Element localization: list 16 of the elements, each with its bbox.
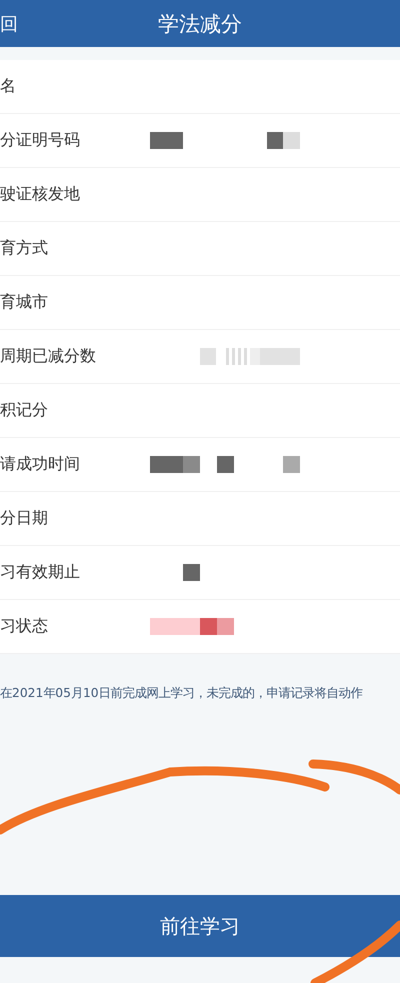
back-link[interactable]: 回: [0, 12, 18, 36]
field-label: 驶证核发地: [0, 184, 81, 205]
field-label: 育城市: [0, 292, 49, 313]
mosaic-redaction: [183, 564, 200, 581]
start-study-button[interactable]: 前往学习: [0, 895, 400, 957]
field-label: 请成功时间: [0, 454, 81, 475]
notice-text: 在2021年05月10日前完成网上学习，未完成的，申请记录将自动作: [0, 685, 363, 702]
field-label: 周期已减分数: [0, 346, 97, 367]
page-title: 学法减分: [158, 10, 242, 38]
field-label: 名: [0, 76, 17, 97]
field-label: 育方式: [0, 238, 49, 259]
field-label: 习状态: [0, 616, 49, 637]
field-label: 积记分: [0, 400, 49, 421]
field-label: 习有效期止: [0, 562, 81, 583]
field-label: 分证明号码: [0, 130, 81, 151]
field-label: 分日期: [0, 508, 49, 529]
